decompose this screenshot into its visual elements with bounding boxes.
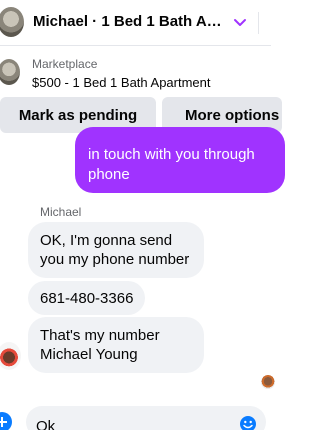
read-receipt-avatar [261,375,275,389]
sender-avatar[interactable] [0,342,21,370]
listing-title: $500 - 1 Bed 1 Bath Apartment [32,75,211,90]
message-input[interactable] [26,406,266,430]
listing-source: Marketplace [32,57,98,71]
conversation-header: Michael · 1 Bed 1 Bath Apa... [0,0,271,46]
incoming-message-bubble: That's my number Michael Young [28,317,204,373]
outgoing-message-bubble: in touch with you through phone [75,127,285,193]
message-line: you my phone number [40,251,190,268]
message-line: 681-480-3366 [40,290,134,307]
listing-thumbnail [0,59,20,85]
add-icon[interactable] [0,412,12,430]
marketplace-listing[interactable]: Marketplace $500 - 1 Bed 1 Bath Apartmen… [0,52,271,94]
header-divider [258,12,271,34]
message-line: phone [88,166,130,183]
chevron-down-icon[interactable] [232,14,248,30]
incoming-message-bubble: OK, I'm gonna send you my phone number [28,222,204,278]
message-line: OK, I'm gonna send [40,232,173,249]
emoji-icon[interactable] [239,415,257,430]
conversation-title[interactable]: Michael · 1 Bed 1 Bath Apa... [33,13,228,30]
sender-name: Michael [40,205,82,219]
message-line: Michael Young [40,346,138,363]
incoming-message-bubble: 681-480-3366 [28,281,145,315]
message-line: in touch with you through [88,146,255,163]
message-line: That's my number [40,327,160,344]
contact-avatar[interactable] [0,7,24,37]
